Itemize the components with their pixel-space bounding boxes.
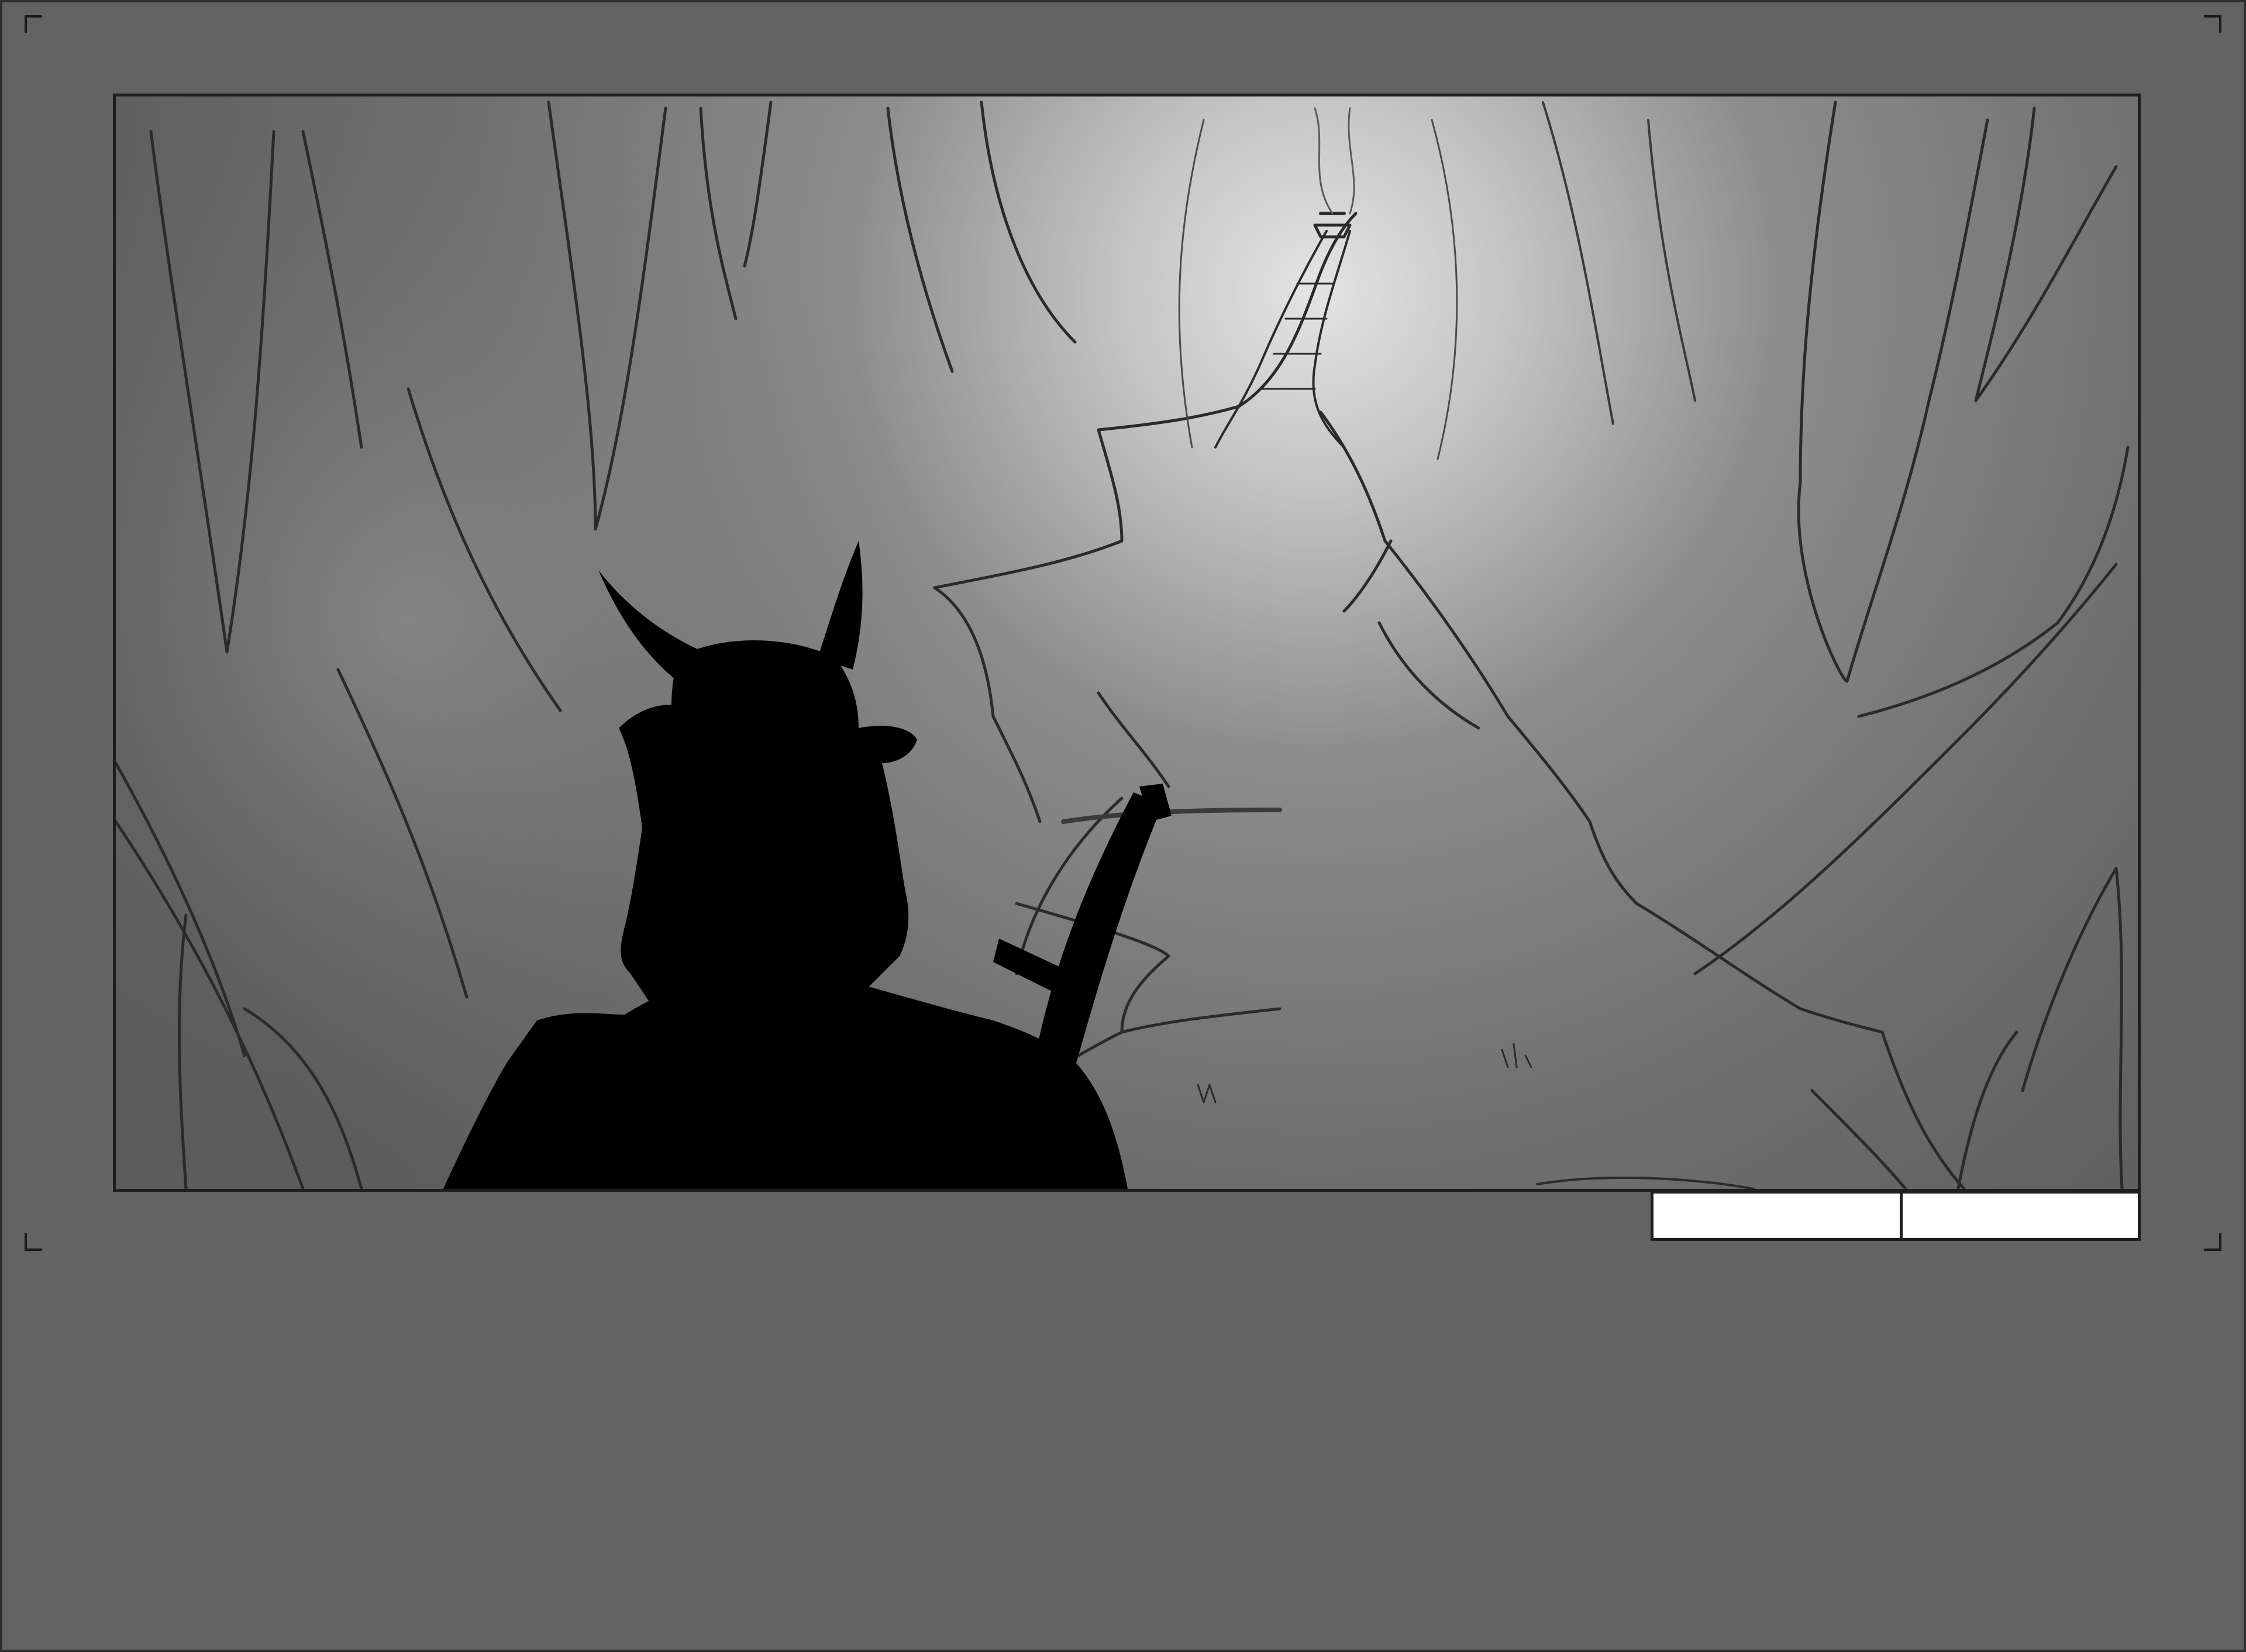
crop-mark-bottom-left <box>25 1233 42 1251</box>
crop-mark-top-right <box>2204 15 2221 33</box>
crop-mark-bottom-right <box>2204 1233 2221 1251</box>
crop-mark-top-left <box>25 15 42 33</box>
panel-illustration <box>116 96 2138 1189</box>
caption-box-right[interactable] <box>1900 1191 2141 1241</box>
caption-box-left[interactable] <box>1651 1191 1903 1241</box>
storyboard-panel <box>113 94 2141 1192</box>
